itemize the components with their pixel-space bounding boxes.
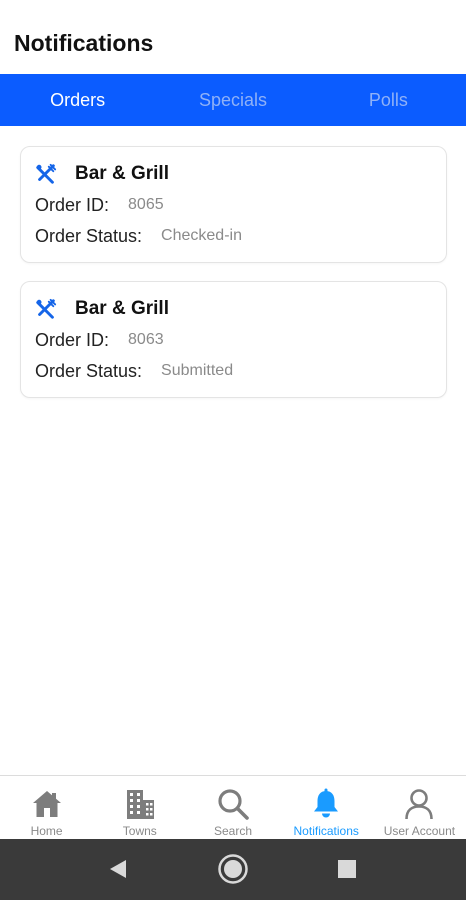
restaurant-name: Bar & Grill bbox=[75, 298, 169, 319]
bell-icon bbox=[314, 788, 339, 818]
tab-specials[interactable]: Specials bbox=[155, 74, 310, 126]
order-id-value: 8063 bbox=[128, 331, 164, 348]
home-icon bbox=[32, 791, 61, 817]
user-icon bbox=[405, 789, 434, 820]
order-status-value: Submitted bbox=[161, 362, 234, 379]
utensils-icon bbox=[36, 298, 57, 319]
nav-towns[interactable]: Towns bbox=[93, 776, 186, 839]
nav-home[interactable]: Home bbox=[0, 776, 93, 839]
utensils-icon bbox=[36, 163, 57, 184]
order-status-value: Checked-in bbox=[161, 227, 242, 244]
order-id-row: Order ID: 8063 bbox=[35, 328, 164, 352]
order-card-header: Bar & Grill bbox=[35, 161, 169, 187]
order-card[interactable]: Bar & Grill Order ID: 8065 Order Status:… bbox=[20, 146, 447, 263]
nav-label: Towns bbox=[122, 824, 157, 838]
nav-notifications[interactable]: Notifications bbox=[280, 776, 373, 839]
order-id-row: Order ID: 8065 bbox=[35, 193, 164, 217]
nav-label: Notifications bbox=[293, 824, 359, 838]
order-card-header: Bar & Grill bbox=[35, 296, 169, 322]
buildings-icon bbox=[126, 790, 154, 819]
order-status-row: Order Status: Checked-in bbox=[35, 224, 242, 248]
order-id-value: 8065 bbox=[128, 196, 164, 213]
bottom-navigation: Home Towns Search Notifications User Acc… bbox=[0, 775, 466, 839]
nav-user-account[interactable]: User Account bbox=[373, 776, 466, 839]
restaurant-name: Bar & Grill bbox=[75, 163, 169, 184]
nav-search[interactable]: Search bbox=[186, 776, 279, 839]
tab-orders[interactable]: Orders bbox=[0, 74, 155, 126]
app-header: Notifications bbox=[0, 0, 466, 74]
order-id-label: Order ID: bbox=[35, 194, 110, 215]
search-icon bbox=[218, 789, 249, 820]
tab-polls[interactable]: Polls bbox=[311, 74, 466, 126]
nav-label: Home bbox=[30, 824, 63, 838]
back-icon[interactable] bbox=[107, 858, 129, 880]
nav-label: User Account bbox=[383, 824, 456, 838]
page-title: Notifications bbox=[14, 30, 154, 56]
order-card[interactable]: Bar & Grill Order ID: 8063 Order Status:… bbox=[20, 281, 447, 398]
notifications-list: Bar & Grill Order ID: 8065 Order Status:… bbox=[0, 126, 466, 776]
home-circle-icon[interactable] bbox=[217, 853, 249, 885]
system-navigation-bar bbox=[0, 839, 466, 900]
order-status-label: Order Status: bbox=[35, 360, 143, 381]
recents-icon[interactable] bbox=[337, 859, 357, 879]
nav-label: Search bbox=[213, 824, 253, 838]
order-status-label: Order Status: bbox=[35, 225, 143, 246]
order-status-row: Order Status: Submitted bbox=[35, 359, 233, 383]
tab-bar: Orders Specials Polls bbox=[0, 74, 466, 126]
order-id-label: Order ID: bbox=[35, 329, 110, 350]
